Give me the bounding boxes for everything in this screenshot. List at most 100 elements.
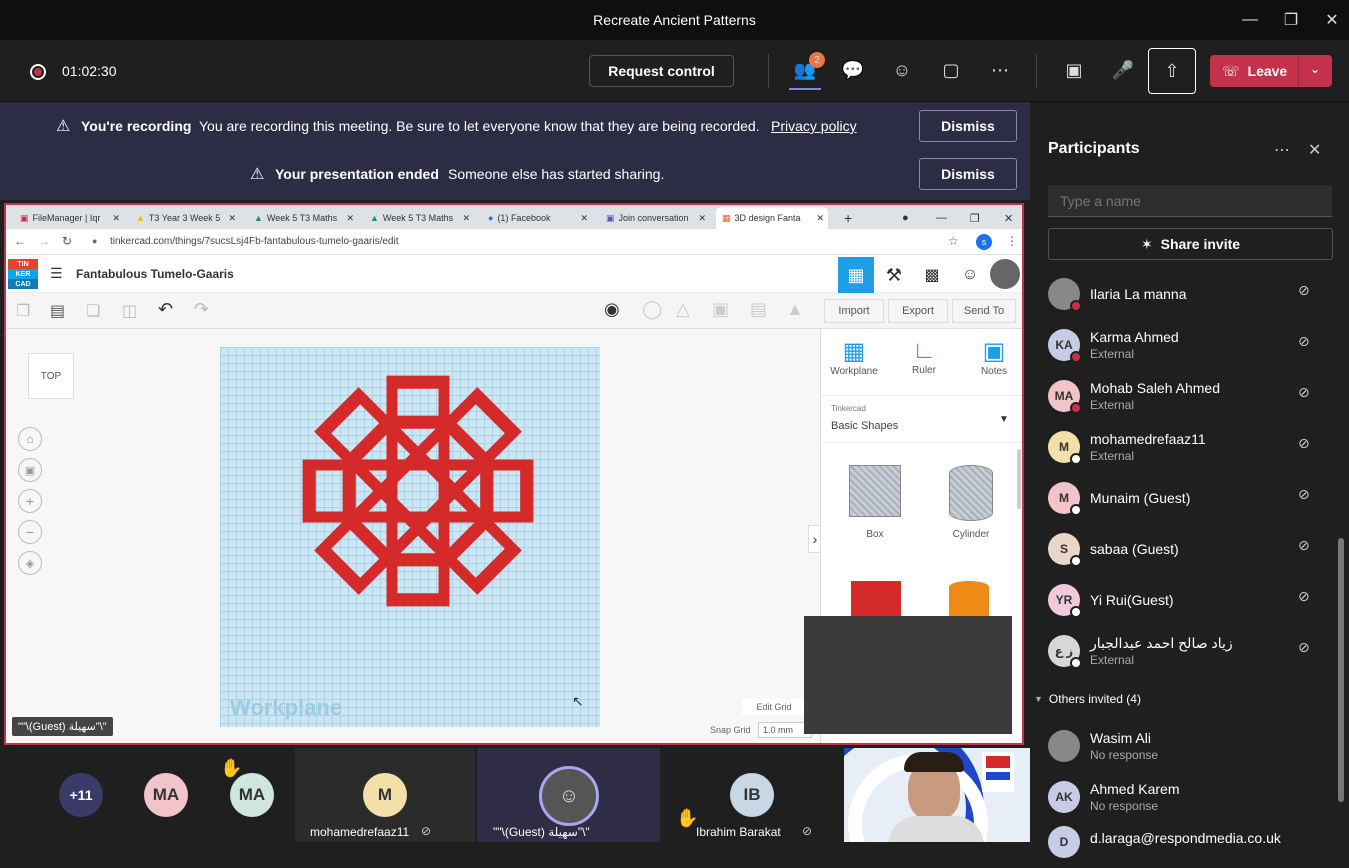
invited-row[interactable]: Wasim Ali No response [1048,722,1338,772]
participant-row[interactable]: Mmohamedrefaaz11 External ⊘ [1048,423,1338,473]
home-view-icon[interactable]: ⌂ [18,427,42,451]
bricks-icon[interactable]: ▩ [914,257,950,293]
panel-scrollbar[interactable] [1017,449,1021,509]
undo-icon[interactable]: ↶ [158,299,173,320]
video-tile[interactable] [844,748,1030,842]
reactions-icon[interactable]: ☺ [882,50,922,90]
request-control-button[interactable]: Request control [589,55,734,87]
group-icon[interactable]: △ [676,299,690,320]
chat-icon[interactable]: 💬 [833,50,873,90]
browser-minimize-icon[interactable]: — [930,207,950,229]
forward-icon[interactable]: → [38,234,50,248]
star-pattern-shape[interactable] [220,347,600,727]
participant-tile[interactable]: M mohamedrefaaz11 ⊘ [295,748,475,842]
overflow-count[interactable]: +11 [59,773,103,817]
3d-view-icon[interactable]: ▦ [838,257,874,293]
invited-row[interactable]: Dd.laraga@respondmedia.co.uk [1048,818,1338,868]
mic-off-icon[interactable]: ⊘ [1298,384,1310,401]
back-icon[interactable]: ← [14,234,26,248]
mic-off-icon[interactable]: ⊘ [1298,282,1310,299]
edit-grid-button[interactable]: Edit Grid [742,699,806,715]
privacy-policy-link[interactable]: Privacy policy [771,118,857,134]
star-icon[interactable]: ☆ [948,234,959,248]
participant-avatar[interactable]: MA [144,773,188,817]
copy-icon[interactable]: ❐ [16,301,30,321]
add-user-icon[interactable]: ☺ [952,257,988,293]
participant-row[interactable]: ز ع زياد صالح احمد عبدالجبار External ⊘ [1048,627,1338,677]
design-list-icon[interactable]: ☰ [50,265,63,282]
camera-icon[interactable]: ▣ [1054,50,1094,90]
notes-toggle-icon[interactable]: ◉ [604,299,620,320]
zoom-out-icon[interactable]: − [18,520,42,544]
design-canvas[interactable]: TOP ⌂ ▣ + − ◈ Workplane ↖ Edit Grid Snap… [6,329,822,743]
codeblocks-icon[interactable]: ⚒ [876,257,912,293]
align-icon[interactable]: ▤ [750,299,767,320]
import-button[interactable]: Import [824,299,884,323]
reload-icon[interactable]: ↻ [62,234,72,248]
more-options-icon[interactable]: ⋯ [1274,140,1290,160]
cylinder-shape[interactable]: Cylinder [941,465,1001,540]
participant-row[interactable]: KA Karma Ahmed External ⊘ [1048,321,1338,371]
invited-row[interactable]: AK Ahmed Karem No response [1048,773,1338,823]
participant-row[interactable]: Ssabaa (Guest) ⊘ [1048,525,1338,575]
leave-button[interactable]: ☏ Leave ⌄ [1210,55,1332,87]
dismiss-button[interactable]: Dismiss [919,110,1017,142]
participant-row[interactable]: Ilaria La manna ⊘ [1048,270,1338,320]
browser-tab[interactable]: ▣ Join conversation ✕ [600,207,710,229]
browser-tab[interactable]: ● (1) Facebook ✕ [482,207,592,229]
design-title[interactable]: Fantabulous Tumelo-Gaaris [76,267,234,281]
chevron-down-icon[interactable]: ⌄ [1310,62,1320,76]
minimize-icon[interactable]: — [1227,0,1273,40]
export-button[interactable]: Export [888,299,948,323]
duplicate-icon[interactable]: ❏ [86,301,100,321]
url-text[interactable]: tinkercad.com/things/7sucsLsj4Fb-fantabu… [110,236,398,247]
shape-library-select[interactable]: Tinkercad Basic Shapes ▼ [821,395,1022,443]
browser-tab[interactable]: ▲ Week 5 T3 Maths ✕ [364,207,474,229]
tinkercad-logo[interactable]: TIN KER CAD [8,259,38,289]
share-screen-icon[interactable]: ⇧ [1148,48,1196,94]
redo-icon[interactable]: ↷ [194,299,209,320]
mirror-icon[interactable]: ▲ [786,299,804,320]
participant-row[interactable]: M Munaim (Guest) ⊘ [1048,474,1338,524]
share-invite-button[interactable]: ✶ Share invite [1048,228,1333,260]
mic-off-icon[interactable]: ⊘ [1298,639,1310,656]
profile-icon[interactable]: s [976,234,992,250]
paste-icon[interactable]: ▤ [50,301,65,321]
delete-icon[interactable]: ◫ [122,301,137,321]
mic-off-icon[interactable]: ⊘ [1298,333,1310,350]
close-panel-icon[interactable]: ✕ [1308,140,1321,160]
browser-maximize-icon[interactable]: ❐ [964,207,984,229]
kebab-menu-icon[interactable]: ⋮ [1006,234,1018,248]
participant-row[interactable]: YR Yi Rui(Guest) ⊘ [1048,576,1338,626]
mic-off-icon[interactable]: ⊘ [1298,486,1310,503]
light-bulb-icon[interactable]: ◯ [642,299,662,320]
browser-tab-active[interactable]: ▦ 3D design Fanta ✕ [716,207,828,229]
search-participants-input[interactable] [1048,185,1332,217]
ruler-tool[interactable]: ∟ Ruler [899,337,949,376]
notes-tool[interactable]: ▣ Notes [969,337,1019,377]
people-icon[interactable]: 👥 2 [785,50,825,90]
mic-off-icon[interactable]: ⊘ [1298,537,1310,554]
ungroup-icon[interactable]: ▣ [712,299,729,320]
perspective-icon[interactable]: ◈ [18,551,42,575]
browser-tab[interactable]: ▲ T3 Year 3 Week 5 ✕ [130,207,240,229]
mic-off-icon[interactable]: ⊘ [1298,588,1310,605]
browser-tab[interactable]: ▣ FileManager | Iqr ✕ [14,207,124,229]
close-icon[interactable]: ✕ [1309,0,1349,40]
red-box-shape[interactable] [851,581,901,621]
zoom-in-icon[interactable]: + [18,489,42,513]
maximize-icon[interactable]: ❐ [1268,0,1314,40]
fit-view-icon[interactable]: ▣ [18,458,42,482]
more-options-icon[interactable]: ⋯ [980,50,1020,90]
browser-close-icon[interactable]: ✕ [998,207,1018,229]
others-invited-toggle[interactable]: ▼ Others invited (4) [1034,692,1141,706]
participant-tile[interactable]: ☺ ""\(Guest) سهيلة"\" [477,748,660,842]
user-avatar[interactable] [990,259,1020,289]
send-to-button[interactable]: Send To [952,299,1016,323]
dismiss-button[interactable]: Dismiss [919,158,1017,190]
participant-tile[interactable]: IB ✋ Ibrahim Barakat ⊘ [662,748,842,842]
chrome-menu-icon[interactable]: ● [896,207,916,229]
new-tab-icon[interactable]: + [838,207,858,229]
rooms-icon[interactable]: ▢ [931,50,971,90]
workplane-grid[interactable]: Workplane [220,347,600,727]
